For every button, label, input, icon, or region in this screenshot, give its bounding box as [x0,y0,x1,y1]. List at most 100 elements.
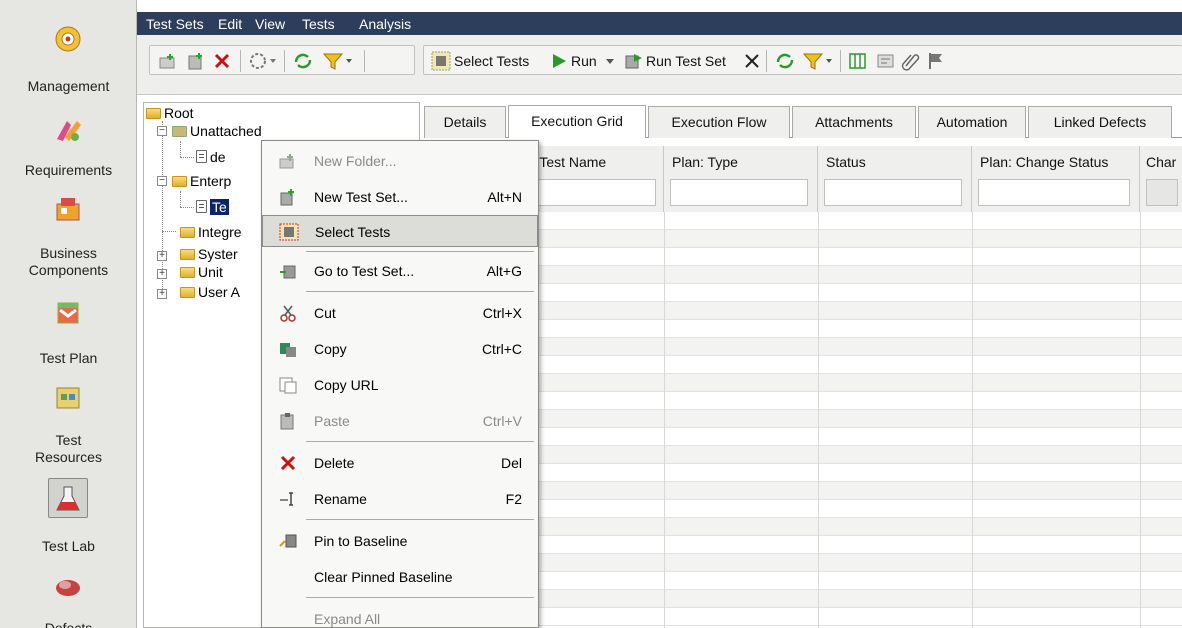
tree-node-unit[interactable]: Unit [180,264,223,280]
column-plan-change-status[interactable]: Plan: Change Status [972,146,1140,212]
expand-toggle[interactable]: + [157,269,167,279]
filter-options-icon[interactable] [248,50,278,72]
tab-details[interactable]: Details [424,106,506,138]
delete-icon [280,455,296,471]
sidebar-item-test-plan[interactable]: Test Plan [0,350,137,367]
menu-item-go-to-test-set[interactable]: Go to Test Set... Alt+G [262,255,538,287]
pin-icon [279,534,297,548]
tree-node-unattached[interactable]: Unattached [172,123,262,139]
filter-char[interactable] [1146,179,1178,206]
sidebar-item-requirements[interactable]: Requirements [0,162,137,179]
test-resources-icon[interactable] [51,382,85,412]
menu-item-pin-to-baseline[interactable]: Pin to Baseline [262,525,538,557]
column-status[interactable]: Status [818,146,972,212]
menu-item-paste[interactable]: Paste Ctrl+V [262,405,538,437]
menu-item-rename[interactable]: Rename F2 [262,483,538,515]
run-test-set-button[interactable]: Run Test Set [646,50,726,72]
remove-icon[interactable] [742,50,762,72]
tree-node-te-selected[interactable]: Te [196,199,229,215]
menu-test-sets[interactable]: Test Sets [146,16,204,32]
menu-view[interactable]: View [255,16,285,32]
filter-icon[interactable] [322,50,354,72]
requirements-icon[interactable] [51,115,85,145]
tree-node-de[interactable]: de [196,149,226,165]
new-test-set-icon [280,189,294,206]
paste-icon [280,413,294,430]
toolbar-separator [240,50,241,72]
select-tests-button[interactable]: Select Tests [454,50,529,72]
app-window: Management Requirements Business Compone… [0,0,1182,628]
menu-item-select-tests[interactable]: Select Tests [262,215,538,247]
filter-test-name[interactable] [536,179,656,206]
menu-item-copy-url[interactable]: Copy URL [262,369,538,401]
columns-icon[interactable] [848,50,868,72]
sidebar-item-business-components[interactable]: Business Components [0,245,137,279]
sidebar-item-test-resources[interactable]: Test Resources [0,432,137,466]
grid-filter-icon[interactable] [802,50,834,72]
tree-line [180,207,194,208]
tab-automation[interactable]: Automation [918,106,1026,138]
details-icon[interactable] [876,50,896,72]
column-plan-type[interactable]: Plan: Type [664,146,818,212]
tab-attachments[interactable]: Attachments [792,106,916,138]
menu-item-copy[interactable]: Copy Ctrl+C [262,333,538,365]
run-icon [553,54,566,68]
tree-line [180,141,181,157]
tree-node-root[interactable]: Root [146,105,194,121]
expand-toggle[interactable]: + [157,251,167,261]
refresh-grid-icon[interactable] [774,50,796,72]
test-lab-icon[interactable] [51,484,85,514]
filter-change-status[interactable] [978,179,1130,206]
sidebar-item-management[interactable]: Management [0,78,137,95]
tree-node-enterprise[interactable]: Enterp [172,173,231,189]
tab-linked-defects[interactable]: Linked Defects [1028,106,1172,138]
attachment-icon[interactable] [900,50,920,72]
menu-item-new-test-set[interactable]: New Test Set... Alt+N [262,181,538,213]
tree-node-integration[interactable]: Integre [180,224,242,240]
menu-item-clear-pinned-baseline[interactable]: Clear Pinned Baseline [262,561,538,593]
menu-tests[interactable]: Tests [302,16,335,32]
flag-icon[interactable] [926,50,946,72]
module-sidebar: Management Requirements Business Compone… [0,0,137,628]
expand-toggle[interactable]: + [157,289,167,299]
folder-open-icon [172,176,187,187]
grid-toolbar: Select Tests Run Run Test Set [423,45,1182,75]
go-to-test-set-icon [280,265,296,279]
sidebar-item-defects[interactable]: Defects [0,620,137,628]
run-test-set-icon [625,54,642,69]
menu-item-expand-all[interactable]: Expand All [262,603,538,628]
delete-icon[interactable] [212,50,232,72]
run-button[interactable]: Run [571,50,597,72]
test-plan-icon[interactable] [51,298,85,328]
tab-execution-grid[interactable]: Execution Grid [508,105,646,138]
menu-separator [306,441,534,442]
tree-line [180,157,194,158]
menu-item-delete[interactable]: Delete Del [262,447,538,479]
new-test-set-icon[interactable] [186,50,206,72]
new-folder-icon[interactable] [158,50,178,72]
filter-status[interactable] [824,179,962,206]
column-char[interactable]: Char [1140,146,1182,212]
tree-node-system[interactable]: Syster [180,246,238,262]
collapse-toggle[interactable]: − [157,126,167,136]
tree-node-user[interactable]: User A [180,284,240,300]
toolbar-separator [284,50,285,72]
defects-icon[interactable] [51,572,85,602]
menu-analysis[interactable]: Analysis [359,16,411,32]
tab-execution-flow[interactable]: Execution Flow [648,106,790,138]
sidebar-item-test-lab[interactable]: Test Lab [0,538,137,555]
tree-line [180,191,181,207]
collapse-toggle[interactable]: − [157,176,167,186]
menu-separator [306,251,534,252]
test-set-icon [196,150,207,163]
menu-item-cut[interactable]: Cut Ctrl+X [262,297,538,329]
refresh-icon[interactable] [292,50,314,72]
business-components-icon[interactable] [51,194,85,224]
new-folder-icon [279,154,294,169]
menu-edit[interactable]: Edit [218,16,242,32]
management-icon[interactable] [51,24,85,54]
chevron-down-icon[interactable] [604,50,616,72]
menu-item-new-folder[interactable]: New Folder... [262,145,538,177]
filter-plan-type[interactable] [670,179,808,206]
menu-separator [306,597,534,598]
